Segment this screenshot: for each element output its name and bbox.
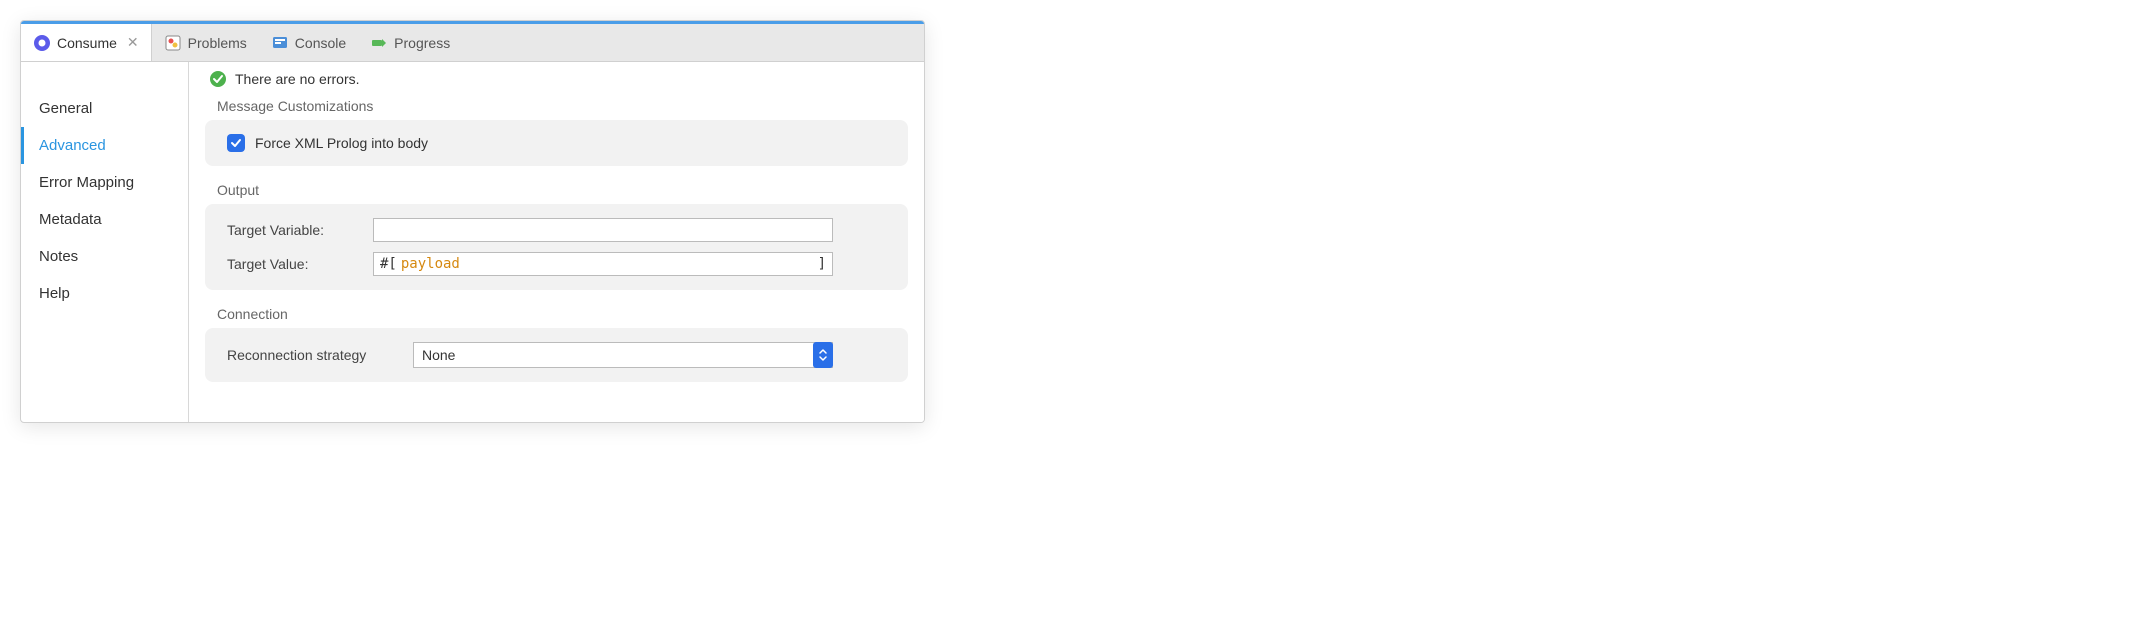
reconnection-row: Reconnection strategy None	[227, 342, 886, 368]
force-xml-row: Force XML Prolog into body	[227, 134, 886, 152]
close-icon[interactable]: ✕	[127, 34, 139, 51]
tab-problems[interactable]: Problems	[152, 24, 259, 61]
consume-icon	[33, 34, 51, 52]
target-variable-row: Target Variable:	[227, 218, 886, 242]
target-variable-input[interactable]	[373, 218, 833, 242]
sidebar-item-label: Notes	[39, 248, 78, 265]
sidebar-item-advanced[interactable]: Advanced	[21, 127, 188, 164]
tab-problems-label: Problems	[188, 35, 247, 51]
status-row: There are no errors.	[205, 70, 908, 88]
target-value-input[interactable]: #[ payload ]	[373, 252, 833, 276]
tab-consume[interactable]: Consume ✕	[21, 24, 152, 61]
expr-prefix: #[	[380, 256, 397, 272]
section-title-output: Output	[217, 182, 908, 198]
sidebar-item-label: Advanced	[39, 137, 106, 154]
sidebar-item-label: Error Mapping	[39, 174, 134, 191]
section-message-customizations: Force XML Prolog into body	[205, 120, 908, 166]
reconnection-select[interactable]: None	[413, 342, 833, 368]
tab-progress-label: Progress	[394, 35, 450, 51]
sidebar-item-metadata[interactable]: Metadata	[21, 201, 188, 238]
reconnection-value: None	[422, 347, 455, 363]
expr-suffix: ]	[818, 256, 826, 272]
tab-consume-label: Consume	[57, 35, 117, 51]
problems-icon	[164, 34, 182, 52]
target-value-row: Target Value: #[ payload ]	[227, 252, 886, 276]
tab-progress[interactable]: Progress	[358, 24, 462, 61]
sidebar-item-label: Help	[39, 285, 70, 302]
reconnection-label: Reconnection strategy	[227, 347, 397, 363]
sidebar-item-error-mapping[interactable]: Error Mapping	[21, 164, 188, 201]
sidebar-item-label: General	[39, 100, 92, 117]
config-window: Consume ✕ Problems Console Progress Gene…	[20, 20, 925, 423]
content-area: General Advanced Error Mapping Metadata …	[21, 62, 924, 422]
tab-console-label: Console	[295, 35, 346, 51]
console-icon	[271, 34, 289, 52]
expr-payload: payload	[401, 256, 818, 272]
sidebar-item-notes[interactable]: Notes	[21, 238, 188, 275]
sidebar: General Advanced Error Mapping Metadata …	[21, 62, 189, 422]
sidebar-item-help[interactable]: Help	[21, 275, 188, 312]
tab-bar: Consume ✕ Problems Console Progress	[21, 24, 924, 62]
sidebar-item-label: Metadata	[39, 211, 102, 228]
target-variable-label: Target Variable:	[227, 222, 357, 238]
target-value-label: Target Value:	[227, 256, 357, 272]
section-title-message-customizations: Message Customizations	[217, 98, 908, 114]
chevron-up-down-icon	[813, 342, 833, 368]
section-title-connection: Connection	[217, 306, 908, 322]
progress-icon	[370, 34, 388, 52]
force-xml-checkbox[interactable]	[227, 134, 245, 152]
sidebar-item-general[interactable]: General	[21, 90, 188, 127]
tab-console[interactable]: Console	[259, 24, 358, 61]
section-output: Target Variable: Target Value: #[ payloa…	[205, 204, 908, 290]
status-text: There are no errors.	[235, 71, 360, 87]
section-connection: Reconnection strategy None	[205, 328, 908, 382]
main-panel: There are no errors. Message Customizati…	[189, 62, 924, 422]
force-xml-label: Force XML Prolog into body	[255, 135, 428, 151]
success-icon	[209, 70, 227, 88]
